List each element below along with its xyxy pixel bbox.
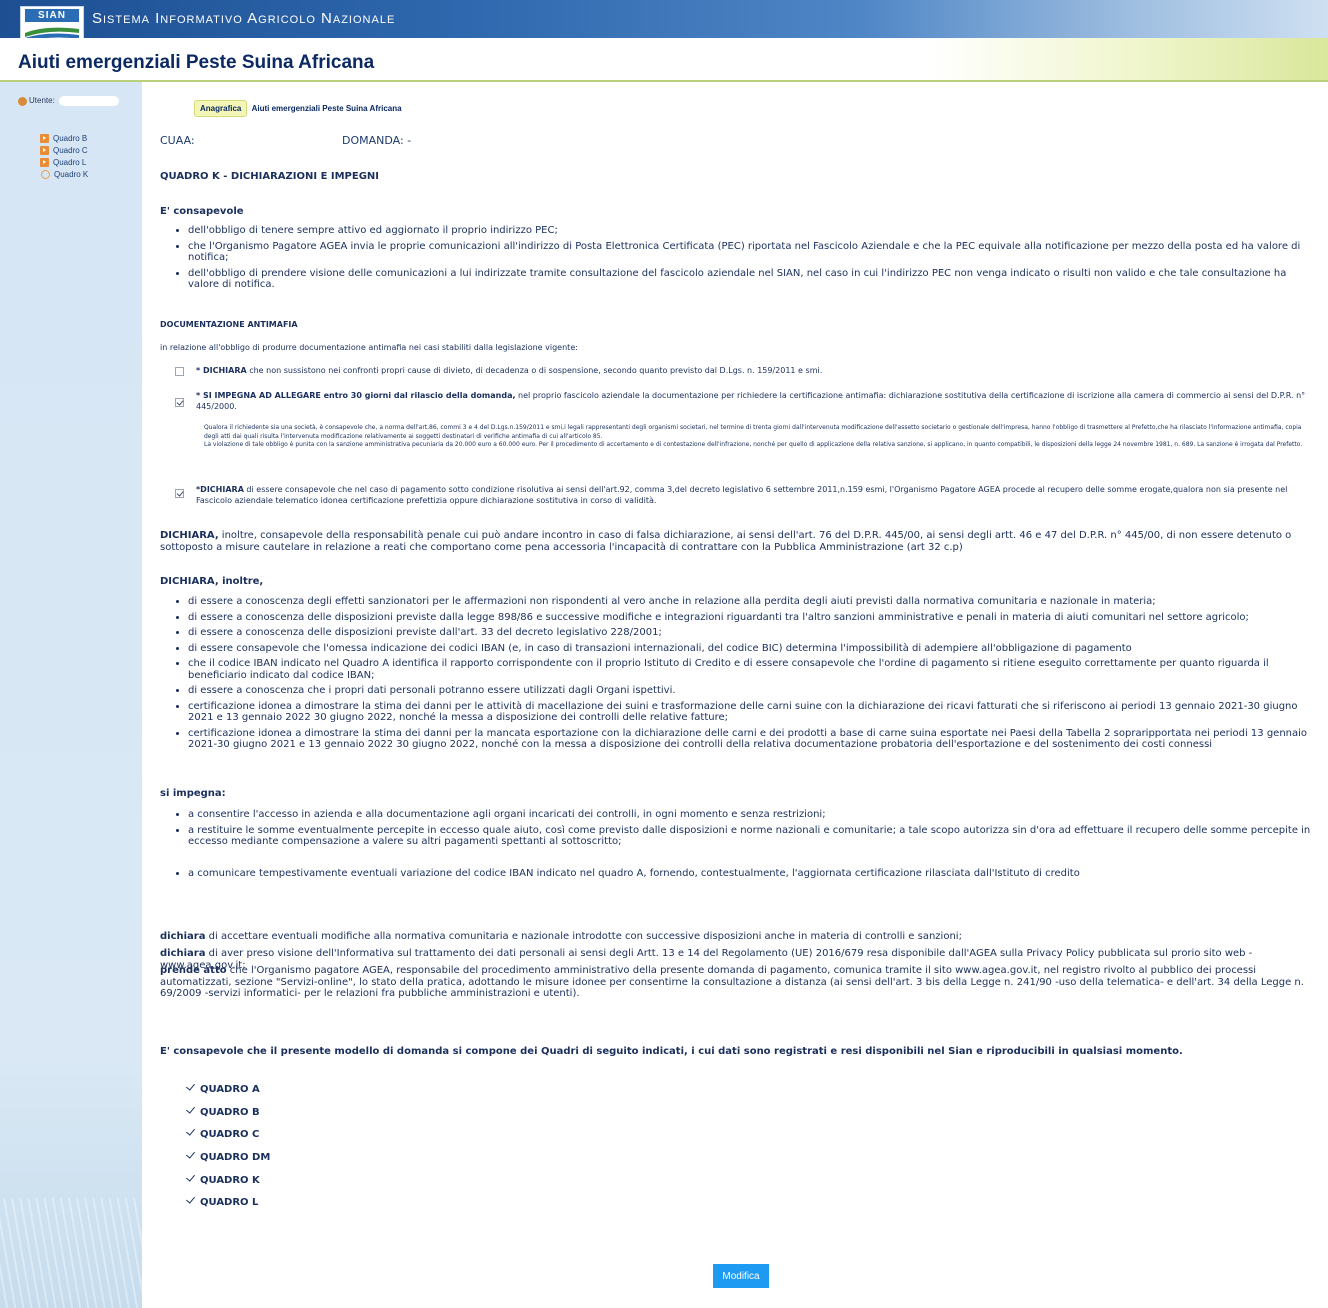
check-icon	[186, 1172, 195, 1182]
consapevole-heading: E' consapevole	[160, 206, 244, 217]
list-item: dell'obbligo di tenere sempre attivo ed …	[188, 225, 1320, 237]
list-item: a restituire le somme eventualmente perc…	[188, 825, 1320, 848]
sidebar-item-label: Quadro L	[53, 158, 87, 167]
antimafia-heading: DOCUMENTAZIONE ANTIMAFIA	[160, 320, 298, 329]
quadri-intro: E' consapevole che il presente modello d…	[160, 1046, 1183, 1057]
check-icon	[186, 1194, 195, 1204]
list-item: che l'Organismo Pagatore AGEA invia le p…	[188, 241, 1320, 264]
quadro-label: QUADRO DM	[200, 1152, 271, 1163]
title-row: Aiuti emergenziali Peste Suina Africana	[0, 38, 1328, 82]
sidebar-item-label: Quadro K	[54, 170, 89, 179]
list-item: certificazione idonea a dimostrare la st…	[188, 701, 1320, 724]
arrow-square-icon	[40, 146, 49, 156]
list-item: dell'obbligo di prendere visione delle c…	[188, 268, 1320, 291]
antimafia-recupero-checkbox[interactable]	[175, 489, 184, 498]
arrow-square-icon	[40, 134, 49, 144]
bold-label: * SI IMPEGNA AD ALLEGARE entro 30 giorni…	[196, 391, 516, 400]
sidebar-item-quadro-k[interactable]: Quadro K	[40, 170, 89, 180]
paragraph-text: di accettare eventuali modifiche alla no…	[205, 931, 962, 942]
bold-label: dichiara	[160, 948, 206, 959]
tab-anagrafica[interactable]: Anagrafica	[194, 100, 248, 117]
quadro-label: QUADRO B	[200, 1107, 260, 1118]
bold-label: dichiara	[160, 931, 206, 942]
arrow-square-icon	[40, 158, 49, 168]
check-icon	[186, 1081, 195, 1091]
check-icon	[186, 1104, 195, 1114]
antimafia-dichiara-text: * DICHIARA che non sussistono nei confro…	[196, 365, 1306, 377]
dichiara-inoltre-list: di essere a conoscenza degli effetti san…	[160, 596, 1320, 755]
quadro-item: QUADRO DM	[186, 1149, 271, 1163]
dichiara-penale: DICHIARA, inoltre, consapevole della res…	[160, 530, 1320, 553]
sidebar-item-quadro-c[interactable]: Quadro C	[40, 146, 88, 156]
antimafia-intro: in relazione all'obbligo di produrre doc…	[160, 343, 578, 352]
si-impegna-list: a consentire l'accesso in azienda e alla…	[160, 809, 1320, 883]
check-icon	[186, 1149, 195, 1159]
antimafia-recupero-text: *DICHIARA di essere consapevole che nel …	[196, 484, 1306, 506]
quadro-item: QUADRO L	[186, 1194, 259, 1208]
antimafia-note: Qualora il richiedente sia una società, …	[204, 424, 1314, 450]
user-icon	[18, 96, 27, 106]
tab-bar: Anagrafica Aiuti emergenziali Peste Suin…	[194, 100, 402, 117]
user-name-field	[58, 96, 119, 106]
user-info: Utente:	[18, 96, 119, 106]
paragraph-text: inoltre, consapevole della responsabilit…	[160, 530, 1292, 553]
bold-label: prende atto	[160, 965, 227, 976]
list-item: a comunicare tempestivamente eventuali v…	[188, 868, 1320, 880]
domanda-label: DOMANDA: -	[342, 134, 412, 147]
list-item: che il codice IBAN indicato nel Quadro A…	[188, 658, 1320, 681]
quadro-item: QUADRO C	[186, 1126, 260, 1140]
sidebar-item-label: Quadro B	[53, 134, 88, 143]
sidebar-item-label: Quadro C	[53, 146, 88, 155]
list-item: di essere a conoscenza delle disposizion…	[188, 612, 1320, 624]
quadro-item: QUADRO A	[186, 1081, 260, 1095]
quadro-label: QUADRO C	[200, 1129, 260, 1140]
list-item: a consentire l'accesso in azienda e alla…	[188, 809, 1320, 821]
sidebar-item-quadro-l[interactable]: Quadro L	[40, 158, 87, 168]
antimafia-impegna-text: * SI IMPEGNA AD ALLEGARE entro 30 giorni…	[196, 390, 1306, 412]
consapevole-list: dell'obbligo di tenere sempre attivo ed …	[160, 225, 1320, 295]
current-dot-icon	[41, 170, 50, 180]
list-item: di essere a conoscenza delle disposizion…	[188, 627, 1320, 639]
quadro-item: QUADRO B	[186, 1104, 260, 1118]
bold-label: * DICHIARA	[196, 366, 247, 375]
si-impegna-heading: si impegna:	[160, 788, 226, 799]
sidebar-item-quadro-b[interactable]: Quadro B	[40, 134, 88, 144]
list-item: di essere consapevole che l'omessa indic…	[188, 643, 1320, 655]
quadro-label: QUADRO A	[200, 1084, 260, 1095]
antimafia-dichiara-checkbox[interactable]	[175, 367, 184, 376]
check-icon	[186, 1126, 195, 1136]
quadro-label: QUADRO L	[200, 1197, 259, 1208]
dichiara-inoltre-heading: DICHIARA, inoltre,	[160, 576, 264, 587]
note-paragraph: Qualora il richiedente sia una società, …	[204, 424, 1302, 440]
antimafia-impegna-checkbox[interactable]	[175, 398, 184, 407]
system-name: Sistema Informativo Agricolo Nazionale	[92, 10, 396, 27]
bold-label: *DICHIARA	[196, 485, 244, 494]
quadro-label: QUADRO K	[200, 1175, 260, 1186]
tab-aiuti[interactable]: Aiuti emergenziali Peste Suina Africana	[252, 104, 402, 113]
note-paragraph: La violazione di tale obbligo è punita c…	[204, 441, 1303, 449]
quadro-title: QUADRO K - DICHIARAZIONI E IMPEGNI	[160, 171, 380, 182]
page-title: Aiuti emergenziali Peste Suina Africana	[18, 52, 375, 73]
option-text: di essere consapevole che nel caso di pa…	[196, 485, 1288, 505]
bold-label: DICHIARA,	[160, 530, 219, 541]
prende-atto: prende atto che l'Organismo pagatore AGE…	[160, 965, 1320, 1000]
sidebar-decoration	[0, 1198, 142, 1308]
paragraph-text: che l'Organismo pagatore AGEA, responsab…	[160, 965, 1304, 999]
user-label: Utente:	[29, 96, 55, 106]
list-item: di essere a conoscenza che i propri dati…	[188, 685, 1320, 697]
modifica-button[interactable]: Modifica	[713, 1264, 769, 1288]
list-item: di essere a conoscenza degli effetti san…	[188, 596, 1320, 608]
logo-text: SIAN	[25, 9, 79, 22]
cuaa-label: CUAA:	[160, 134, 195, 147]
option-text: che non sussistono nei confronti propri …	[246, 366, 823, 375]
dichiara-accettare: dichiara di accettare eventuali modifich…	[160, 931, 1320, 943]
sidebar: Utente: Quadro B Quadro C Quadro L Quadr…	[0, 82, 142, 1308]
quadro-item: QUADRO K	[186, 1172, 260, 1186]
list-item: certificazione idonea a dimostrare la st…	[188, 728, 1320, 751]
